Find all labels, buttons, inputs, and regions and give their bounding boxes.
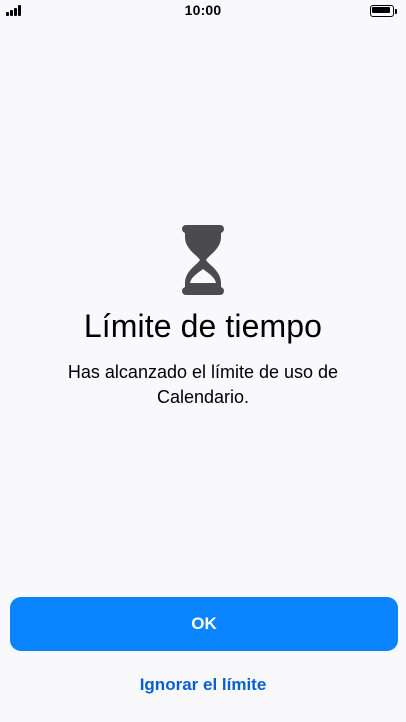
page-title: Límite de tiempo [83,308,323,344]
status-time: 10:00 [184,2,222,18]
battery-icon [370,5,397,18]
hourglass-icon [182,225,224,295]
ignore-limit-link[interactable]: Ignorar el límite [0,675,406,695]
status-bar: 10:00 [0,0,406,22]
ok-button[interactable]: OK [10,597,398,651]
limit-message: Has alcanzado el límite de uso de Calend… [67,362,339,407]
